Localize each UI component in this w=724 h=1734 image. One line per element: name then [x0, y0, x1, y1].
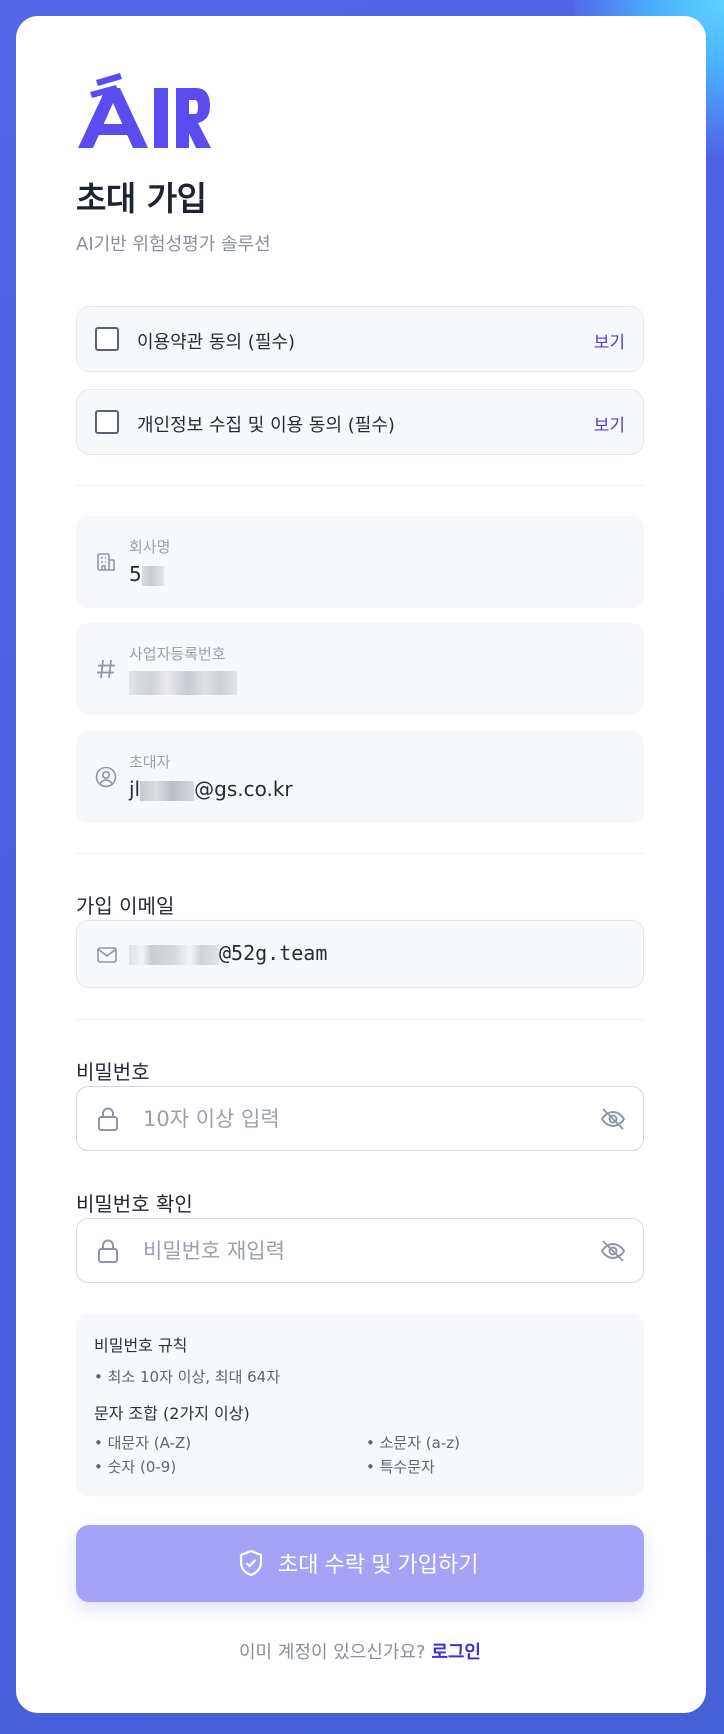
business-number-label: 사업자등록번호	[129, 645, 226, 663]
company-field: 회사명 5	[76, 516, 644, 608]
inviter-label: 초대자	[129, 753, 171, 771]
air-logo	[78, 73, 211, 148]
rule-uppercase: • 대문자 (A-Z)	[94, 1434, 192, 1452]
eye-off-icon[interactable]	[599, 1106, 627, 1132]
rule-length: • 최소 10자 이상, 최대 64자	[94, 1368, 281, 1386]
lock-icon	[98, 1107, 118, 1131]
divider	[76, 1019, 644, 1020]
building-icon	[97, 553, 115, 571]
login-question: 이미 계정이 있으신가요?	[238, 1642, 432, 1663]
user-circle-icon	[95, 766, 117, 788]
terms-agreement-row[interactable]: 이용약관 동의 (필수) 보기	[76, 306, 644, 372]
password-field	[76, 1086, 644, 1151]
rule-digit: • 숫자 (0-9)	[94, 1458, 177, 1476]
eye-off-icon[interactable]	[599, 1238, 627, 1264]
privacy-label: 개인정보 수집 및 이용 동의 (필수)	[137, 415, 395, 436]
inviter-value: jl @gs.co.kr	[129, 777, 293, 801]
signup-card: 초대 가입 AI기반 위험성평가 솔루션 이용약관 동의 (필수) 보기 개인정…	[16, 16, 706, 1713]
submit-label: 초대 수락 및 가입하기	[278, 1552, 479, 1577]
password-rules-box: 비밀번호 규칙 • 최소 10자 이상, 최대 64자 문자 조합 (2가지 이…	[76, 1314, 644, 1496]
login-prompt: 이미 계정이 있으신가요? 로그인	[76, 1638, 644, 1664]
shield-check-icon	[239, 1549, 263, 1577]
divider	[76, 853, 644, 854]
email-label: 가입 이메일	[76, 894, 175, 918]
password-confirm-input[interactable]	[141, 1233, 565, 1269]
privacy-checkbox[interactable]	[95, 410, 119, 434]
inviter-field: 초대자 jl @gs.co.kr	[76, 731, 644, 823]
business-number-value	[129, 669, 237, 695]
hash-icon	[97, 659, 115, 679]
password-input[interactable]	[141, 1101, 565, 1137]
email-value: @52g.team	[129, 941, 327, 965]
accept-invite-button[interactable]: 초대 수락 및 가입하기	[76, 1525, 644, 1602]
divider	[76, 485, 644, 486]
password-confirm-label: 비밀번호 확인	[76, 1192, 193, 1216]
rule-special: • 특수문자	[366, 1458, 435, 1476]
password-confirm-field	[76, 1218, 644, 1283]
login-link[interactable]: 로그인	[431, 1642, 481, 1663]
business-number-field: 사업자등록번호	[76, 623, 644, 715]
privacy-view-link[interactable]: 보기	[594, 411, 625, 436]
submit-content: 초대 수락 및 가입하기	[238, 1547, 479, 1579]
terms-checkbox[interactable]	[95, 327, 119, 351]
rules-title: 비밀번호 규칙	[94, 1336, 188, 1355]
terms-view-link[interactable]: 보기	[594, 328, 625, 353]
page-title: 초대 가입	[76, 179, 207, 218]
password-label: 비밀번호	[76, 1060, 150, 1084]
mail-icon	[97, 947, 117, 963]
rule-lowercase: • 소문자 (a-z)	[366, 1434, 460, 1452]
privacy-agreement-row[interactable]: 개인정보 수집 및 이용 동의 (필수) 보기	[76, 389, 644, 455]
company-value: 5	[129, 562, 164, 586]
terms-label: 이용약관 동의 (필수)	[137, 332, 295, 353]
rules-combo-title: 문자 조합 (2가지 이상)	[94, 1404, 250, 1423]
company-label: 회사명	[129, 538, 171, 556]
lock-icon	[98, 1239, 118, 1263]
page-subtitle: AI기반 위험성평가 솔루션	[76, 234, 271, 255]
email-field: @52g.team	[76, 920, 644, 988]
